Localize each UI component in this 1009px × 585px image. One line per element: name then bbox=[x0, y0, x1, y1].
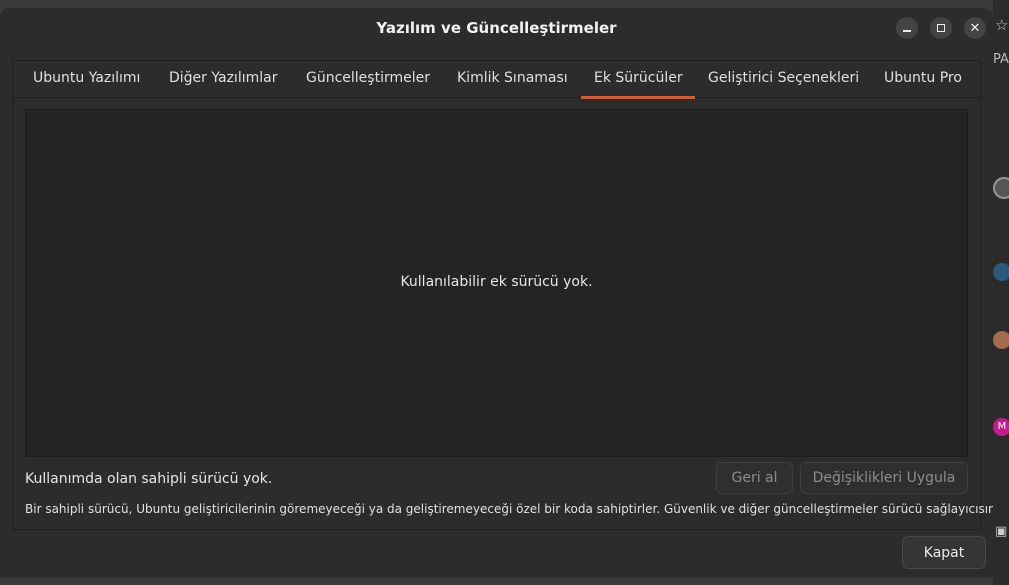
tab-ubuntu-software[interactable]: Ubuntu Yazılımı bbox=[33, 70, 140, 86]
avatar[interactable] bbox=[993, 263, 1009, 281]
maximize-button[interactable] bbox=[930, 17, 952, 39]
tab-updates[interactable]: Güncelleştirmeler bbox=[306, 70, 430, 86]
apply-changes-button[interactable]: Değişiklikleri Uygula bbox=[800, 462, 968, 494]
close-button[interactable]: Kapat bbox=[902, 536, 986, 569]
drivers-list: Kullanılabilir ek sürücü yok. bbox=[25, 109, 968, 457]
avatar[interactable]: M bbox=[993, 418, 1009, 436]
window-title: Yazılım ve Güncelleştirmeler bbox=[376, 19, 617, 37]
revert-button[interactable]: Geri al bbox=[716, 462, 793, 494]
minimize-button[interactable] bbox=[896, 17, 918, 39]
tab-developer-options[interactable]: Geliştirici Seçenekleri bbox=[708, 70, 859, 86]
empty-drivers-message: Kullanılabilir ek sürücü yok. bbox=[400, 274, 593, 290]
tab-authentication[interactable]: Kimlik Sınaması bbox=[457, 70, 568, 86]
tab-additional-drivers[interactable]: Ek Sürücüler bbox=[581, 70, 695, 99]
maximize-icon bbox=[937, 24, 945, 32]
titlebar[interactable]: Yazılım ve Güncelleştirmeler ✕ bbox=[0, 8, 993, 48]
settings-notebook: Ubuntu Yazılımı Diğer Yazılımlar Güncell… bbox=[12, 60, 993, 530]
star-icon[interactable]: ☆ bbox=[995, 16, 1008, 34]
background-icon: ▣ bbox=[995, 524, 1008, 539]
tab-other-software[interactable]: Diğer Yazılımlar bbox=[169, 70, 277, 86]
proprietary-driver-note: Bir sahipli sürücü, Ubuntu geliştiricile… bbox=[25, 502, 993, 516]
close-window-button[interactable]: ✕ bbox=[964, 17, 986, 39]
tab-bar: Ubuntu Yazılımı Diğer Yazılımlar Güncell… bbox=[13, 61, 980, 99]
background-app-sidebar: ☆ PA M ▣ bbox=[993, 0, 1009, 585]
background-partial-text: PA bbox=[993, 52, 1009, 67]
close-icon: ✕ bbox=[969, 20, 981, 36]
tab-ubuntu-pro[interactable]: Ubuntu Pro bbox=[884, 70, 962, 86]
avatar[interactable] bbox=[993, 331, 1009, 349]
avatar[interactable] bbox=[993, 177, 1009, 199]
driver-status-text: Kullanımda olan sahipli sürücü yok. bbox=[25, 471, 273, 487]
minimize-icon bbox=[903, 30, 911, 32]
software-updates-window: Yazılım ve Güncelleştirmeler ✕ Ubuntu Ya… bbox=[0, 8, 993, 578]
